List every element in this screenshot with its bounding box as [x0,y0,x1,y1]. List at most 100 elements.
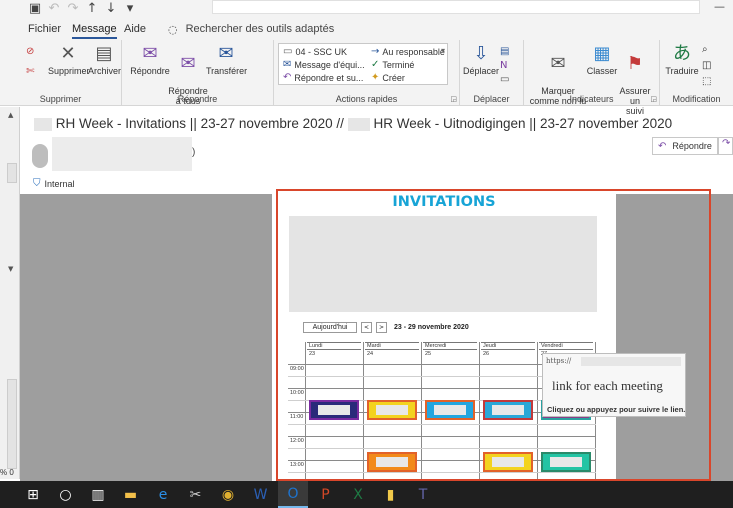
word-icon[interactable]: W [246,481,276,508]
tell-me-text: Rechercher des outils adaptés [185,23,335,35]
windows-start-icon[interactable]: ⊞ [18,481,48,508]
quick-step-item[interactable]: ↶ Répondre et su... [283,72,363,83]
onenote-button[interactable]: N [500,60,507,71]
reply-label: Répondre [672,141,712,151]
delete-icon: ✕ [60,43,76,64]
down-arrow-icon[interactable]: ↓ [104,1,118,16]
move-label: Déplacer [462,66,500,76]
zoom-button[interactable]: ◫ [702,60,711,71]
select-button[interactable]: ⬚ [702,76,711,87]
quick-step-label: Terminé [382,59,415,70]
quick-step-item[interactable]: ✉ Message d'équi... [283,59,365,70]
quick-step-item[interactable]: → Au responsable [371,46,445,57]
file-explorer-icon[interactable]: ▬ [116,481,146,508]
redacted-url [581,357,681,366]
scroll-up-icon[interactable]: ▲ [8,111,13,119]
quick-step-label: 04 - SSC UK [295,46,347,57]
tell-me-search[interactable]: ◌ Rechercher des outils adaptés [168,23,334,36]
powerpoint-icon[interactable]: P [311,481,341,508]
quick-steps-gallery: ▭ 04 - SSC UK → Au responsable ✉ Message d'éq… [278,43,448,85]
quick-step-label: Créer [382,72,405,83]
tab-file[interactable]: Fichier [28,23,61,35]
group-indicateurs: ✉ Marquer comme non lu ▦ Classer ⚑ Assur… [524,40,660,116]
actions-button[interactable]: ▭ [500,74,509,85]
reply-icon: ✉ [142,43,158,64]
forward-button[interactable]: ✉ Transférer [206,43,248,77]
archive-label: Archiver [88,66,122,76]
quick-step-icon: ✦ [371,72,380,83]
delete-button[interactable]: ✕ Supprimer [48,43,90,77]
translate-button[interactable]: あ Traduire [662,44,702,77]
ignore-icon: ⊘ [26,46,35,57]
dialog-launcher-icon[interactable]: ◲ [450,95,457,103]
reply-all-icon: ✉ [180,53,196,74]
reply-all-button[interactable]: ↷ [718,137,733,155]
archive-icon: ▤ [95,43,113,64]
forward-label: Transférer [206,66,248,76]
tab-help[interactable]: Aide [124,23,146,35]
redacted-text [347,117,370,131]
minimize-icon[interactable]: — [714,0,725,13]
quick-step-icon: ✓ [371,59,380,70]
dialog-launcher-icon[interactable]: ◲ [650,95,657,103]
scroll-down-icon[interactable]: ▼ [8,265,13,273]
scrollbar-thumb[interactable] [7,163,17,183]
quick-step-item[interactable]: ✦ Créer [371,72,405,83]
save-icon[interactable]: ▣ [28,1,42,16]
subject-part-1: RH Week - Invitations || 23-27 novembre … [55,116,344,131]
link-tooltip: https:// link for each meeting Cliquez o… [542,353,686,417]
quick-step-label: Répondre et su... [294,72,364,83]
select-icon: ⬚ [702,76,712,87]
quick-step-label: Message d'équi... [294,59,365,70]
undo-icon[interactable]: ↶ [47,1,61,16]
ribbon: ⊘ ✄ ✕ Supprimer ▤ Archiver Supprimer ✉ R… [0,40,733,116]
outlook-icon[interactable]: O [278,481,308,508]
classify-label: Classer [586,66,618,76]
cleanup-icon: ✄ [26,66,35,77]
snipping-icon[interactable]: ✂ [181,481,211,508]
edge-icon[interactable]: e [148,481,178,508]
quick-access-toolbar: ▣ ↶ ↷ ↑ ↓ ▾ [28,1,137,16]
task-view-icon[interactable]: ▥ [83,481,113,508]
ignore-button[interactable]: ⊘ [26,46,34,57]
teams-icon[interactable]: T [408,481,438,508]
rules-button[interactable]: ▤ [500,46,509,57]
files-icon[interactable]: ▮ [376,481,406,508]
archive-button[interactable]: ▤ Archiver [88,43,122,77]
reply-button[interactable]: ↶ Répondre [652,137,718,155]
quick-step-item[interactable]: ▭ 04 - SSC UK [283,46,347,57]
gallery-more-icon[interactable]: ▾ [441,46,445,55]
group-label: Répondre [177,94,218,104]
group-label: Déplacer [473,94,510,104]
reply-button[interactable]: ✉ Répondre [130,43,170,77]
group-label: Indicateurs [569,94,614,104]
group-deplacer: ⇩ Déplacer ▤ N ▭ Déplacer [460,40,524,106]
excel-icon[interactable]: X [343,481,373,508]
follow-up-button[interactable]: ⚑ Assurer un suivi [614,44,656,117]
up-arrow-icon[interactable]: ↑ [85,1,99,16]
chrome-icon[interactable]: ◉ [213,481,243,508]
forward-icon: ✉ [218,43,234,64]
redo-icon[interactable]: ↷ [66,1,80,16]
cleanup-button[interactable]: ✄ [26,66,34,77]
tooltip-url: https:// [546,357,572,365]
find-button[interactable]: ⌕ [702,44,708,55]
search-icon[interactable]: ○ [51,481,81,508]
tab-message[interactable]: Message [72,23,117,39]
scrollbar-thumb[interactable] [7,379,17,469]
actions-icon: ▭ [500,74,510,85]
avatar[interactable] [32,144,48,168]
quick-step-item[interactable]: ✓ Terminé [371,59,414,70]
customize-qat-icon[interactable]: ▾ [123,1,137,16]
zoom-level: % 0 [0,468,14,477]
message-subject: RH Week - Invitations || 23-27 novembre … [34,116,672,131]
quick-step-icon: ↶ [283,72,292,83]
ribbon-tabs: Fichier Message Aide ◌ Rechercher des ou… [0,18,733,40]
move-button[interactable]: ⇩ Déplacer [462,44,500,77]
sensitivity-label: ⛉ Internal [33,178,75,189]
quick-step-icon: ▭ [283,46,293,57]
zoom-icon: ◫ [702,60,712,71]
reply-label: Répondre [130,66,170,76]
translate-label: Traduire [665,66,699,76]
onenote-icon: N [500,60,508,71]
